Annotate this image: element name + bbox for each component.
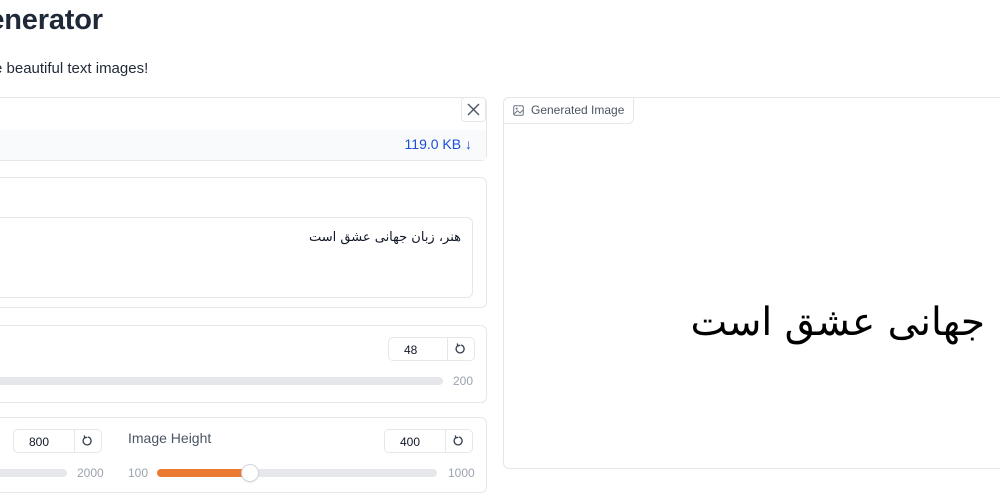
generated-image: ن جهانی عشق است <box>504 124 1000 468</box>
text-input-block: هنر، زبان جهانی عشق است <box>0 177 487 308</box>
app-title: Generator <box>0 4 103 36</box>
font-size-reset-button[interactable] <box>447 337 475 361</box>
font-size-max-label: 200 <box>453 374 474 388</box>
reset-icon <box>453 435 463 446</box>
font-size-slider[interactable] <box>0 377 443 385</box>
font-file-upload: 119.0 KB ↓ <box>0 97 487 161</box>
image-height-min-label: 100 <box>128 466 149 480</box>
text-input-field[interactable]: هنر، زبان جهانی عشق است <box>0 217 473 298</box>
font-size-block: 48 200 <box>0 325 487 403</box>
reset-icon <box>82 435 92 446</box>
font-size-number-input[interactable]: 48 <box>388 337 448 361</box>
file-size-download-link[interactable]: 119.0 KB ↓ <box>405 136 472 152</box>
image-height-max-label: 1000 <box>448 466 475 480</box>
file-row: 119.0 KB ↓ <box>0 130 486 160</box>
image-height-slider-thumb[interactable] <box>242 465 259 481</box>
image-height-number-input[interactable]: 400 <box>384 429 446 453</box>
generated-image-label: Generated Image <box>503 97 635 124</box>
close-icon <box>467 103 480 116</box>
reset-icon <box>455 343 465 354</box>
generated-image-text: ن جهانی عشق است <box>690 300 1000 345</box>
image-width-slider[interactable] <box>0 469 67 477</box>
generated-image-panel: Generated Image ن جهانی عشق است <box>503 97 1000 469</box>
clear-file-button[interactable] <box>461 97 486 122</box>
generated-image-label-text: Generated Image <box>531 103 625 117</box>
image-width-number-input[interactable]: 800 <box>13 429 75 453</box>
image-height-slider[interactable] <box>157 465 437 481</box>
image-dimensions-block: 800 2000 Image Height 400 100 1000 <box>0 417 487 493</box>
image-width-max-label: 2000 <box>77 466 104 480</box>
image-height-slider-fill <box>157 469 251 477</box>
text-input-value: هنر، زبان جهانی عشق است <box>309 230 461 245</box>
image-height-label: Image Height <box>128 430 212 446</box>
image-icon <box>513 105 524 116</box>
image-height-reset-button[interactable] <box>445 429 473 453</box>
app-subtitle: e beautiful text images! <box>0 60 149 77</box>
image-width-reset-button[interactable] <box>74 429 102 453</box>
